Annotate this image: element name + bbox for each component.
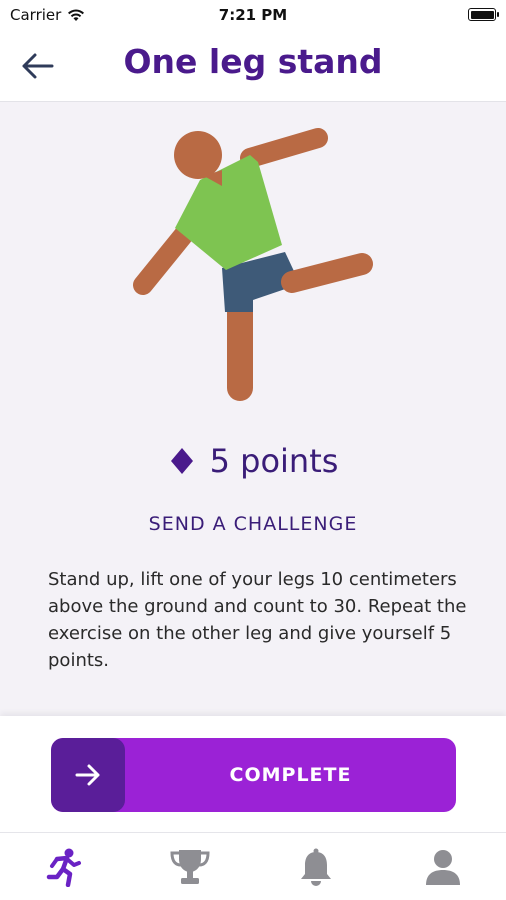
action-area: COMPLETE [0,716,506,832]
exercise-description: Stand up, lift one of your legs 10 centi… [48,569,467,671]
diamond-icon [170,448,193,474]
status-bar: Carrier 7:21 PM [0,0,506,30]
tab-exercises[interactable] [0,833,127,900]
status-time: 7:21 PM [218,6,288,24]
one-leg-stand-illustration [133,128,373,401]
battery-icon [468,8,499,21]
trophy-icon [170,849,210,884]
tab-profile[interactable] [380,833,506,900]
tab-notifications[interactable] [253,833,380,900]
bell-icon [301,848,332,886]
complete-button[interactable]: COMPLETE [51,738,456,812]
arrow-right-icon [75,764,100,786]
running-icon [47,848,82,887]
page-title: One leg stand [123,42,383,81]
profile-icon [425,849,460,885]
tab-achievements[interactable] [127,833,254,900]
complete-slider-handle[interactable] [51,738,125,812]
tab-bar [0,832,506,900]
send-challenge-link[interactable]: SEND A CHALLENGE [0,513,506,535]
points-value: 5 points [209,442,339,480]
complete-label: COMPLETE [229,764,352,786]
nav-header: One leg stand [0,30,506,102]
points-row: 5 points [0,442,506,480]
exercise-content: 5 points SEND A CHALLENGE Stand up, lift… [0,102,506,716]
